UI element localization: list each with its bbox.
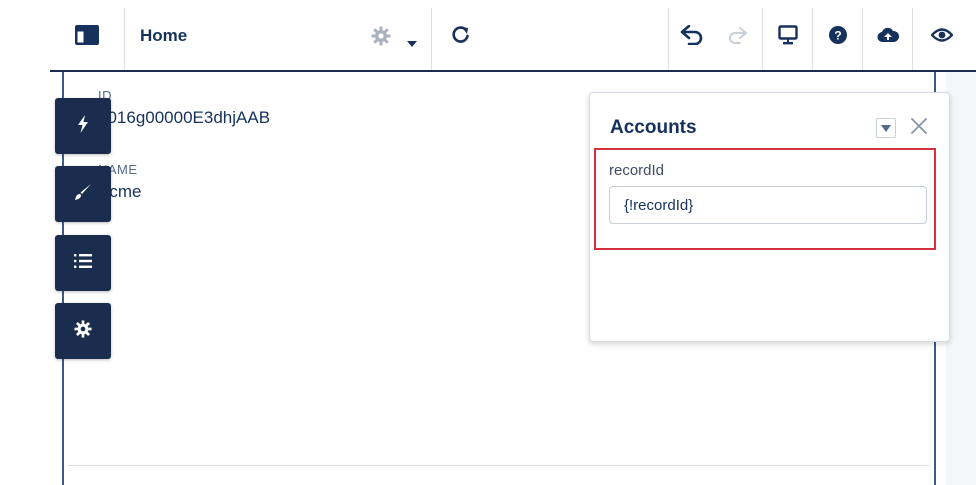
close-button[interactable]: [908, 117, 930, 139]
popover-dropdown-button[interactable]: [876, 118, 896, 138]
chevron-down-icon[interactable]: [407, 34, 417, 52]
brush-icon: [74, 183, 92, 206]
record-id-input[interactable]: [609, 186, 927, 224]
record-field-value: 0016g00000E3dhjAAB: [98, 108, 271, 127]
eye-icon[interactable]: [914, 0, 970, 70]
svg-text:?: ?: [834, 29, 841, 43]
redo-icon[interactable]: [716, 0, 760, 70]
toolbar-divider: [812, 8, 813, 70]
close-icon: [911, 117, 927, 139]
toolbar-divider: [912, 8, 913, 70]
gear-icon[interactable]: [371, 26, 391, 51]
record-id-label: recordId: [609, 162, 665, 179]
toolbar: Home ?: [0, 0, 976, 72]
popover-title: Accounts: [610, 117, 697, 138]
list-icon: [74, 253, 92, 273]
tab-home[interactable]: Home: [124, 0, 430, 70]
settings-button[interactable]: [55, 303, 111, 359]
canvas-divider: [68, 465, 930, 466]
toolbar-divider: [668, 8, 669, 70]
brush-button[interactable]: [55, 166, 111, 222]
help-icon[interactable]: ?: [814, 0, 862, 70]
preview-monitor-icon[interactable]: [764, 0, 812, 70]
tab-home-label: Home: [140, 26, 188, 45]
list-button[interactable]: [55, 235, 111, 291]
right-gutter: [946, 72, 976, 485]
lightning-icon: [76, 114, 90, 138]
refresh-icon[interactable]: [432, 0, 490, 70]
gear-icon: [74, 319, 92, 343]
panel-layout-icon[interactable]: [50, 0, 124, 70]
toolbar-divider: [762, 8, 763, 70]
undo-icon[interactable]: [670, 0, 714, 70]
toolbar-divider: [862, 8, 863, 70]
caret-down-icon: [881, 119, 891, 137]
cloud-upload-icon[interactable]: [864, 0, 912, 70]
lightning-button[interactable]: [55, 98, 111, 154]
properties-popover: Accounts recordId: [589, 92, 950, 342]
